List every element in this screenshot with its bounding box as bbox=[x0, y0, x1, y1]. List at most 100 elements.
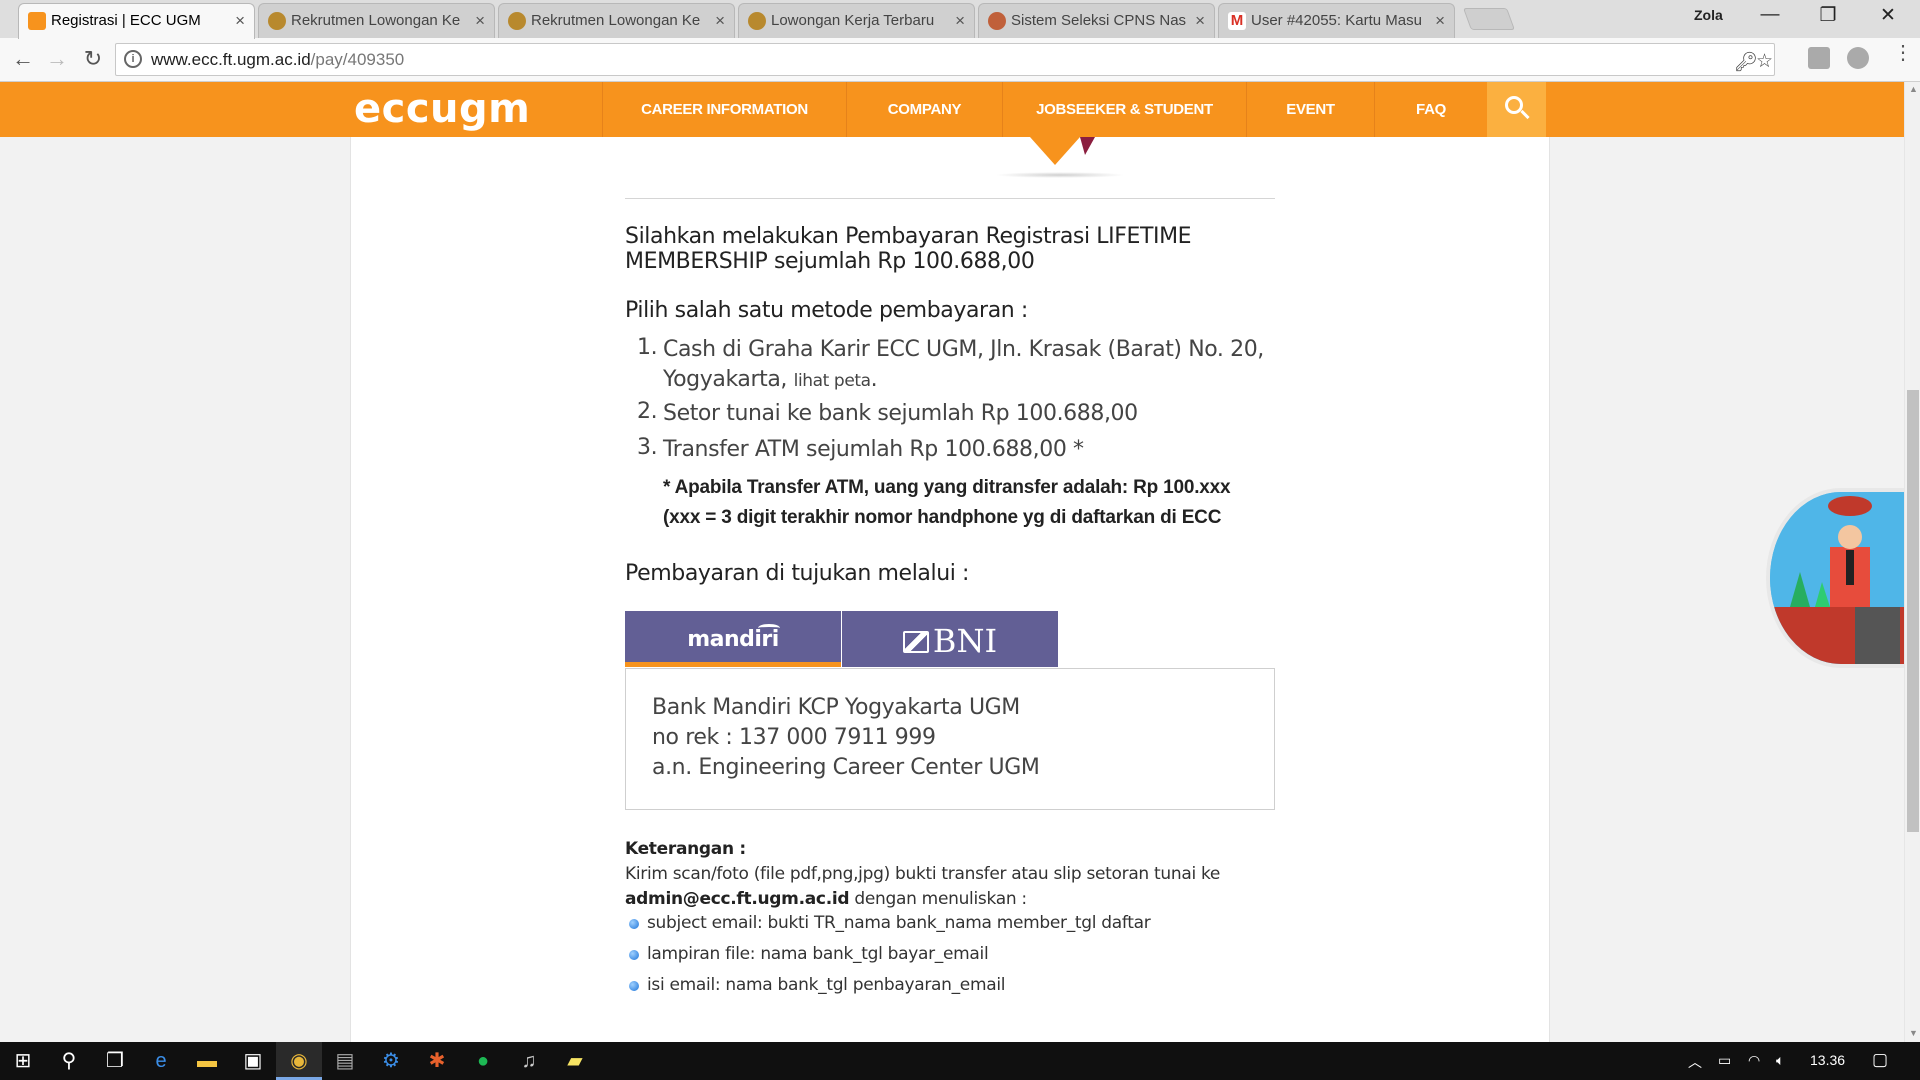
garuda-favicon-icon bbox=[508, 12, 526, 30]
payment-destination-heading: Pembayaran di tujukan melalui : bbox=[625, 561, 970, 586]
tab-rekrutmen-2[interactable]: Rekrutmen Lowongan Ke × bbox=[498, 3, 735, 38]
key-icon[interactable]: 🔑︎ bbox=[1734, 50, 1758, 74]
bullet-icon bbox=[629, 950, 639, 960]
close-tab-icon[interactable]: × bbox=[1195, 4, 1205, 38]
assistant-illustration-icon bbox=[1770, 492, 1904, 664]
instructions: Keterangan : Kirim scan/foto (file pdf,p… bbox=[625, 837, 1275, 912]
bullet-icon bbox=[629, 919, 639, 929]
ecc-logo[interactable]: eccugm bbox=[354, 86, 530, 132]
methods-heading: Pilih salah satu metode pembayaran : bbox=[625, 298, 1028, 323]
close-tab-icon[interactable]: × bbox=[475, 4, 485, 38]
map-link[interactable]: lihat peta bbox=[794, 371, 871, 391]
bullet-icon bbox=[629, 981, 639, 991]
scroll-down-icon[interactable]: ▼ bbox=[1909, 1028, 1918, 1038]
cpns-favicon-icon bbox=[988, 12, 1006, 30]
file-explorer-icon[interactable]: ▬ bbox=[184, 1042, 230, 1080]
url-text[interactable]: www.ecc.ft.ugm.ac.id/pay/409350 bbox=[151, 50, 404, 70]
tab-registrasi[interactable]: Registrasi | ECC UGM × bbox=[18, 3, 255, 39]
reload-icon[interactable]: ↻ bbox=[78, 46, 108, 72]
bni-logo: BNI bbox=[842, 622, 1058, 660]
nav-faq[interactable]: FAQ bbox=[1374, 82, 1487, 137]
atm-note-line2: (xxx = 3 digit terakhir nomor handphone … bbox=[663, 507, 1222, 528]
main-container: Silahkan melakukan Pembayaran Registrasi… bbox=[350, 137, 1550, 1042]
windows-start-icon[interactable]: ⊞ bbox=[0, 1042, 46, 1080]
payment-lead-text: Silahkan melakukan Pembayaran Registrasi… bbox=[625, 224, 1192, 274]
page-viewport: eccugm CAREER INFORMATION COMPANY JOBSEE… bbox=[0, 82, 1904, 1042]
close-tab-icon[interactable]: × bbox=[955, 4, 965, 38]
tab-gmail[interactable]: M User #42055: Kartu Masu × bbox=[1218, 3, 1455, 38]
extension-globe-icon[interactable] bbox=[1847, 47, 1869, 69]
nav-jobseeker-student[interactable]: JOBSEEKER & STUDENT bbox=[1002, 82, 1246, 137]
battery-icon[interactable]: ▭ bbox=[1718, 1052, 1731, 1069]
tray-chevron-icon[interactable]: ︿ bbox=[1688, 1052, 1702, 1072]
membership-logo-image bbox=[1030, 137, 1095, 165]
address-bar[interactable]: i www.ecc.ft.ugm.ac.id/pay/409350 🔑︎ ☆ bbox=[115, 43, 1775, 76]
nav-company[interactable]: COMPANY bbox=[846, 82, 1002, 137]
account-holder: a.n. Engineering Career Center UGM bbox=[652, 755, 1040, 780]
close-tab-icon[interactable]: × bbox=[235, 4, 245, 38]
scroll-up-icon[interactable]: ▲ bbox=[1909, 84, 1918, 94]
browser-toolbar: ← → ↻ i www.ecc.ft.ugm.ac.id/pay/409350 … bbox=[0, 38, 1920, 82]
site-navbar: eccugm CAREER INFORMATION COMPANY JOBSEE… bbox=[0, 82, 1904, 137]
bni-mark-icon bbox=[902, 631, 929, 653]
instructions-title: Keterangan : bbox=[625, 839, 746, 859]
bookmark-star-icon[interactable]: ☆ bbox=[1756, 50, 1773, 73]
tab-title: Sistem Seleksi CPNS Nas bbox=[1011, 12, 1186, 29]
mandiri-wave-icon bbox=[758, 624, 780, 632]
tab-cpns[interactable]: Sistem Seleksi CPNS Nas × bbox=[978, 3, 1215, 38]
extension-icon[interactable] bbox=[1808, 47, 1830, 69]
browser-tab-bar: Registrasi | ECC UGM × Rekrutmen Lowonga… bbox=[0, 0, 1920, 39]
divider bbox=[625, 198, 1275, 199]
task-view-icon[interactable]: ❐ bbox=[92, 1042, 138, 1080]
nav-career-information[interactable]: CAREER INFORMATION bbox=[602, 82, 846, 137]
clock[interactable]: 13.36 bbox=[1810, 1052, 1845, 1068]
page-scrollbar[interactable]: ▲ ▼ bbox=[1904, 82, 1920, 1042]
minimize-icon[interactable]: — bbox=[1750, 4, 1790, 26]
sticky-notes-icon[interactable]: ▰ bbox=[552, 1042, 598, 1080]
admin-email[interactable]: admin@ecc.ft.ugm.ac.id bbox=[625, 889, 850, 909]
restore-icon[interactable]: ❐ bbox=[1808, 4, 1848, 27]
app-icon[interactable]: ▤ bbox=[322, 1042, 368, 1080]
bank-tabs: mandiri BNI bbox=[625, 611, 1058, 667]
close-tab-icon[interactable]: × bbox=[715, 4, 725, 38]
spotify-icon[interactable]: ● bbox=[460, 1042, 506, 1080]
media-app-icon[interactable]: ♫ bbox=[506, 1042, 552, 1080]
bank-name: Bank Mandiri KCP Yogyakarta UGM bbox=[652, 695, 1020, 720]
chrome-icon[interactable]: ◉ bbox=[276, 1042, 322, 1080]
tab-title: Lowongan Kerja Terbaru bbox=[771, 12, 935, 29]
mandiri-logo: mandiri bbox=[687, 627, 779, 652]
site-info-icon[interactable]: i bbox=[124, 50, 142, 68]
new-tab-button[interactable] bbox=[1462, 8, 1516, 30]
scrollbar-thumb[interactable] bbox=[1907, 390, 1919, 832]
profile-name[interactable]: Zola bbox=[1694, 7, 1723, 23]
notification-center-icon[interactable]: ▢ bbox=[1872, 1050, 1888, 1070]
nav-event[interactable]: EVENT bbox=[1246, 82, 1374, 137]
network-app-icon[interactable]: ⚙ bbox=[368, 1042, 414, 1080]
search-button[interactable] bbox=[1487, 82, 1546, 137]
forward-icon[interactable]: → bbox=[42, 46, 72, 72]
tab-bank-mandiri[interactable]: mandiri bbox=[625, 611, 841, 667]
bank-details-panel: Bank Mandiri KCP Yogyakarta UGM no rek :… bbox=[625, 668, 1275, 810]
garuda-favicon-icon bbox=[748, 12, 766, 30]
tab-lowongan[interactable]: Lowongan Kerja Terbaru × bbox=[738, 3, 975, 38]
garuda-favicon-icon bbox=[268, 12, 286, 30]
tab-bank-bni[interactable]: BNI bbox=[842, 611, 1058, 667]
edge-icon[interactable]: e bbox=[138, 1042, 184, 1080]
chat-assistant-avatar[interactable] bbox=[1766, 488, 1904, 668]
xampp-icon[interactable]: ✱ bbox=[414, 1042, 460, 1080]
tab-rekrutmen-1[interactable]: Rekrutmen Lowongan Ke × bbox=[258, 3, 495, 38]
atm-note-line1: * Apabila Transfer ATM, uang yang ditran… bbox=[663, 477, 1231, 498]
close-tab-icon[interactable]: × bbox=[1435, 4, 1445, 38]
tab-title: Registrasi | ECC UGM bbox=[51, 12, 201, 29]
instructions-text: Kirim scan/foto (file pdf,png,jpg) bukti… bbox=[625, 864, 1221, 884]
tab-title: Rekrutmen Lowongan Ke bbox=[531, 12, 701, 29]
gmail-favicon-icon: M bbox=[1228, 12, 1246, 30]
volume-icon[interactable]: 🔈︎ bbox=[1776, 1052, 1784, 1069]
tab-title: User #42055: Kartu Masu bbox=[1251, 12, 1422, 29]
browser-menu-icon[interactable]: ⋮ bbox=[1893, 43, 1913, 63]
search-icon[interactable]: ⚲ bbox=[46, 1042, 92, 1080]
wifi-icon[interactable]: ◠ bbox=[1748, 1052, 1760, 1069]
store-icon[interactable]: ▣ bbox=[230, 1042, 276, 1080]
close-window-icon[interactable]: ✕ bbox=[1868, 4, 1908, 27]
back-icon[interactable]: ← bbox=[8, 46, 38, 72]
